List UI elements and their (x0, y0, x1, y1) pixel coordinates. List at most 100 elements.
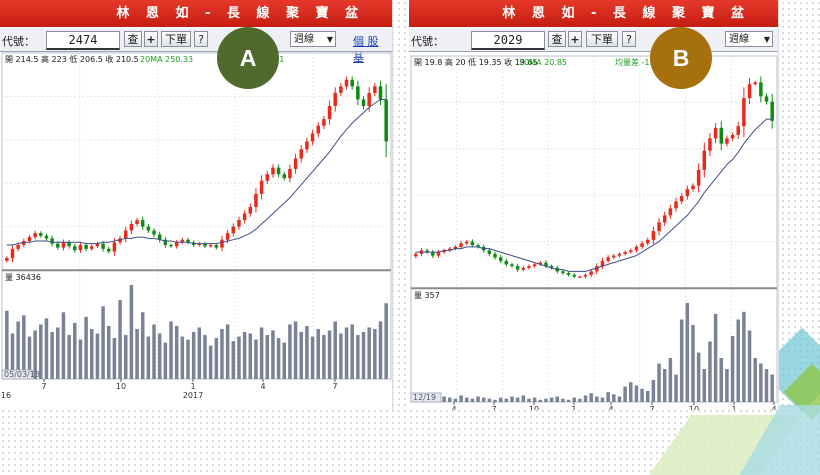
volume-bar (90, 328, 94, 379)
volume-bar (265, 335, 270, 379)
x-tick-label: 10 (689, 405, 699, 410)
candle-body (691, 185, 695, 190)
volume-bar (713, 314, 718, 402)
volume-bar (685, 303, 690, 402)
candle-body (73, 246, 77, 251)
x-tick-label: 4 (771, 405, 776, 410)
volume-bar (288, 324, 292, 379)
candle-body (208, 244, 213, 247)
candle-body (333, 92, 337, 107)
candle-body (367, 92, 371, 107)
volume-bar (186, 339, 190, 379)
volume-bar (367, 327, 371, 379)
chart-panel-b: 林 恩 如 - 長 線 聚 寶 盆 代號： 2029 查 + 下單 ? 週線 ▼… (409, 0, 779, 410)
candle-body (242, 213, 247, 221)
volume-bar (549, 397, 554, 402)
volume-bar (651, 380, 656, 402)
volume-bar (702, 369, 707, 402)
volume-bar (640, 388, 644, 402)
candle-body (414, 253, 418, 257)
volume-bar (747, 330, 752, 402)
candle-body (327, 106, 332, 120)
ma-info: 20MA 20.85 (519, 58, 567, 67)
volume-bar (50, 332, 54, 379)
x-tick-label: 4 (260, 382, 265, 391)
candle-body (350, 79, 354, 87)
candle-body (572, 274, 576, 277)
candle-body (50, 238, 54, 244)
x-tick-label: 7 (649, 405, 654, 410)
ohlc-info: 開 214.5 高 223 低 206.5 收 210.5 (5, 54, 139, 64)
badge-letter: A (239, 45, 257, 71)
volume-bar (259, 327, 264, 379)
candle-body (305, 141, 309, 150)
volume-bar (532, 397, 537, 402)
volume-bar (180, 336, 185, 379)
volume-bar (481, 397, 486, 402)
volume-frame (1, 270, 392, 380)
candle-body (617, 253, 622, 256)
candle-body (770, 101, 774, 121)
candle-body (299, 149, 303, 159)
volume-bar (617, 396, 622, 402)
volume-bar (515, 397, 520, 402)
volume-bar (95, 333, 100, 379)
volume-bar (527, 398, 531, 402)
volume-bar (612, 394, 616, 402)
volume-bar (544, 398, 548, 402)
candle-body (662, 215, 667, 223)
x-tick-label: 10 (529, 405, 539, 410)
candle-body (248, 206, 253, 214)
candle-body (259, 180, 264, 194)
volume-bar (629, 382, 633, 402)
volume-bar (504, 398, 509, 402)
candle-body (464, 241, 469, 244)
candle-body (373, 86, 377, 93)
candle-body (356, 86, 360, 100)
volume-bar (333, 321, 337, 379)
candle-body (759, 82, 763, 97)
candle-body (629, 250, 633, 253)
volume-bar (305, 325, 309, 379)
x-tick-label: 7 (491, 405, 496, 410)
volume-bar (708, 341, 712, 402)
volume-bar (361, 332, 366, 379)
volume-bar (764, 369, 769, 402)
volume-bar (242, 332, 247, 379)
candle-body (459, 243, 463, 247)
candle-body (61, 242, 66, 248)
candle-body (651, 231, 656, 240)
volume-bar (197, 327, 202, 379)
volume-bar (356, 335, 360, 379)
candle-body (344, 79, 349, 87)
volume-bar (730, 336, 735, 402)
volume-bar (657, 363, 661, 402)
x-tick-label: 7 (41, 382, 46, 391)
candle-body (747, 84, 752, 99)
volume-bar (237, 336, 241, 379)
volume-bar (129, 285, 134, 379)
volume-bar (600, 397, 605, 402)
volume-bar (498, 397, 503, 402)
volume-bar (583, 395, 588, 402)
volume-bar (459, 395, 463, 402)
candle-body (606, 257, 610, 261)
candle-body (521, 267, 526, 270)
candle-body (696, 169, 701, 186)
candle-body (129, 223, 134, 231)
volume-bar (538, 399, 543, 402)
x-tick-label: 4 (451, 405, 456, 410)
candle-body (56, 243, 60, 248)
volume-bar (225, 324, 230, 379)
volume-bar (384, 303, 388, 379)
candle-body (84, 244, 88, 249)
volume-bar (203, 335, 207, 379)
volume-bar (254, 339, 258, 379)
candle-body (685, 189, 690, 197)
candle-body (431, 252, 435, 256)
candle-body (566, 273, 571, 275)
volume-bar (668, 358, 673, 402)
candle-body (293, 158, 298, 169)
candle-body (623, 252, 627, 254)
volume-bar (487, 398, 492, 402)
